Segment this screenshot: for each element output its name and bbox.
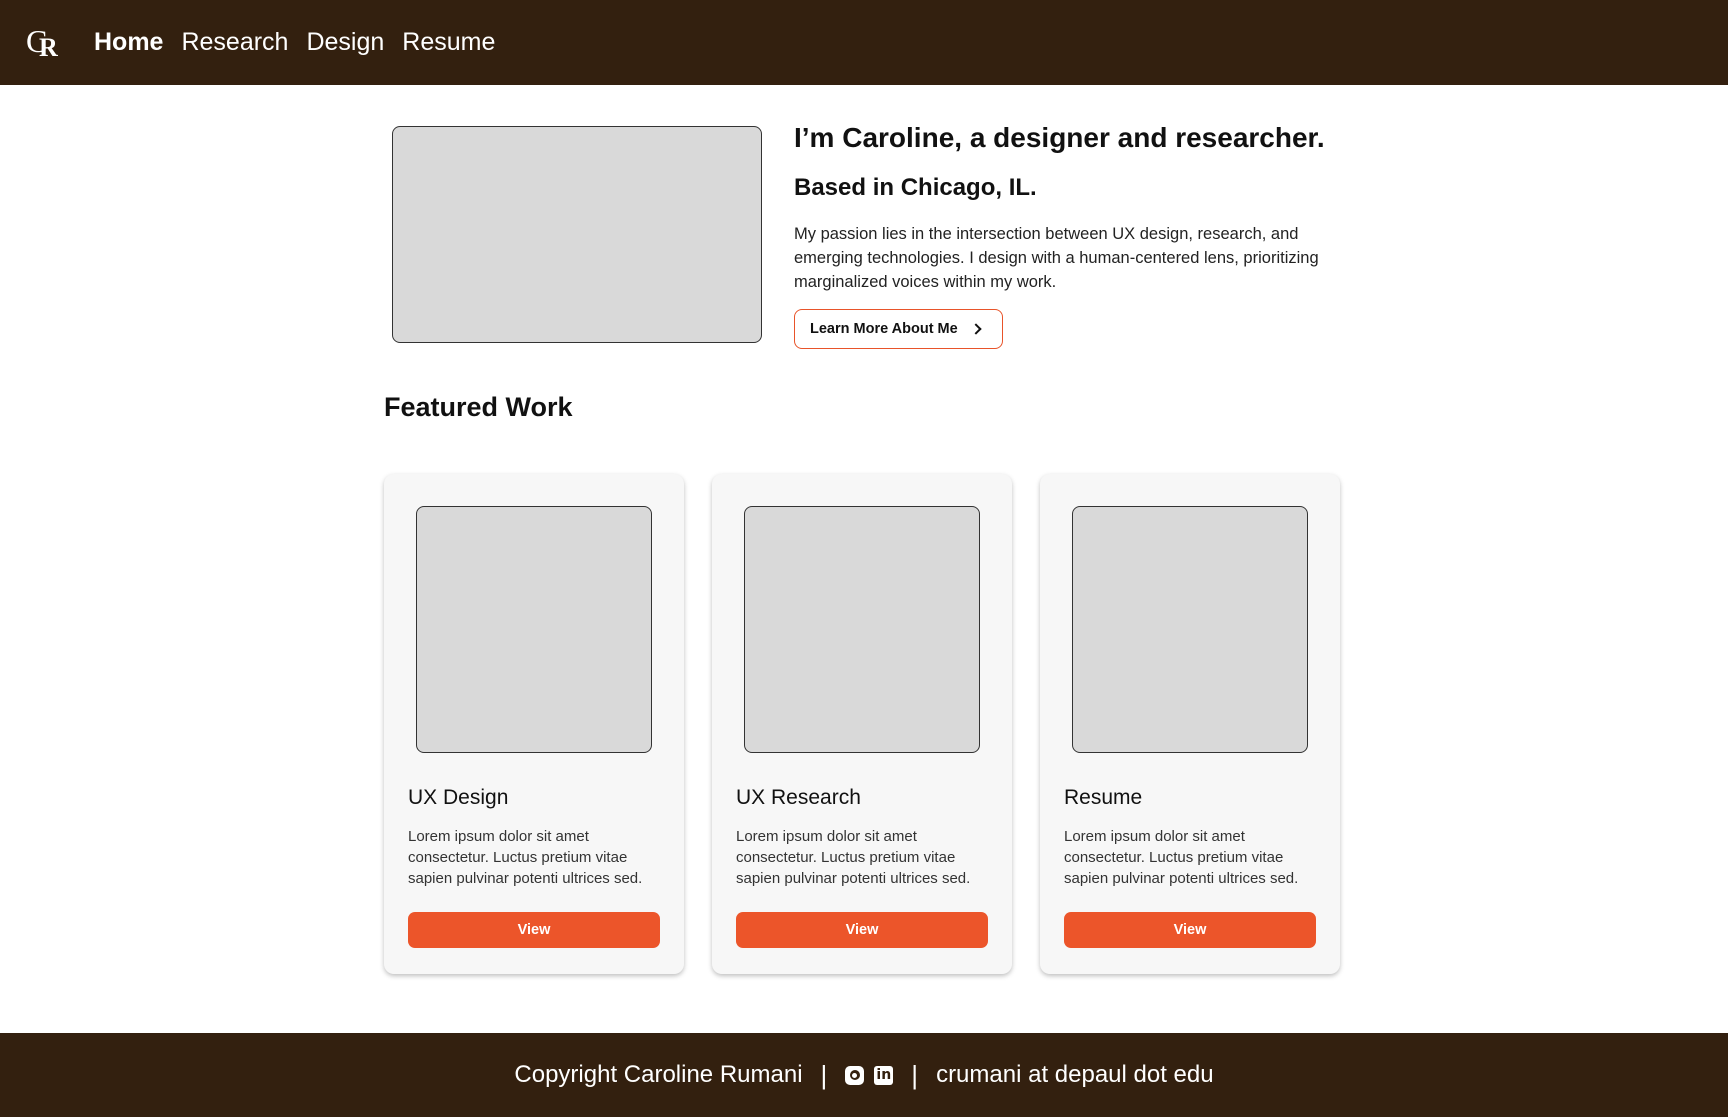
learn-more-button[interactable]: Learn More About Me <box>794 309 1003 349</box>
card-description: Lorem ipsum dolor sit amet consectetur. … <box>736 828 971 887</box>
footer: Copyright Caroline Rumani | in | crumani… <box>0 1033 1728 1117</box>
learn-more-label: Learn More About Me <box>810 321 958 337</box>
card-image-placeholder <box>744 506 980 753</box>
nav-resume[interactable]: Resume <box>402 28 495 57</box>
card-resume: Resume Lorem ipsum dolor sit amet consec… <box>1040 474 1340 974</box>
card-image-placeholder <box>1072 506 1308 753</box>
card-title: Resume <box>1064 786 1143 809</box>
hero-section: I’m Caroline, a designer and researcher.… <box>794 118 1354 349</box>
card-image-placeholder <box>416 506 652 753</box>
footer-separator: | <box>820 1059 828 1090</box>
card-title: UX Research <box>736 786 861 809</box>
footer-email: crumani at depaul dot edu <box>936 1061 1214 1088</box>
card-ux-design: UX Design Lorem ipsum dolor sit amet con… <box>384 474 684 974</box>
card-ux-research: UX Research Lorem ipsum dolor sit amet c… <box>712 474 1012 974</box>
card-description: Lorem ipsum dolor sit amet consectetur. … <box>408 828 643 887</box>
top-navbar: C R Home Research Design Resume <box>0 0 1728 85</box>
linkedin-icon[interactable]: in <box>874 1065 894 1085</box>
view-resume-button[interactable]: View <box>1064 912 1316 948</box>
hero-title: I’m Caroline, a designer and researcher. <box>794 122 1325 153</box>
chevron-right-icon <box>970 323 982 335</box>
footer-separator: | <box>911 1059 919 1090</box>
card-description: Lorem ipsum dolor sit amet consectetur. … <box>1064 828 1299 887</box>
logo-letter-r: R <box>39 32 58 62</box>
instagram-icon[interactable] <box>845 1065 865 1085</box>
card-title: UX Design <box>408 786 509 809</box>
nav-design[interactable]: Design <box>306 28 384 57</box>
nav-links: Home Research Design Resume <box>94 28 495 57</box>
view-ux-design-button[interactable]: View <box>408 912 660 948</box>
featured-work-title: Featured Work <box>384 392 573 422</box>
hero-image-placeholder <box>392 126 762 343</box>
nav-research[interactable]: Research <box>181 28 288 57</box>
nav-home[interactable]: Home <box>94 28 163 57</box>
hero-description: My passion lies in the intersection betw… <box>794 225 1319 291</box>
featured-cards: UX Design Lorem ipsum dolor sit amet con… <box>384 474 1340 974</box>
view-ux-research-button[interactable]: View <box>736 912 988 948</box>
logo[interactable]: C R <box>26 23 66 63</box>
social-links: in <box>845 1065 894 1085</box>
hero-subtitle: Based in Chicago, IL. <box>794 174 1037 201</box>
footer-copyright: Copyright Caroline Rumani <box>514 1061 803 1088</box>
